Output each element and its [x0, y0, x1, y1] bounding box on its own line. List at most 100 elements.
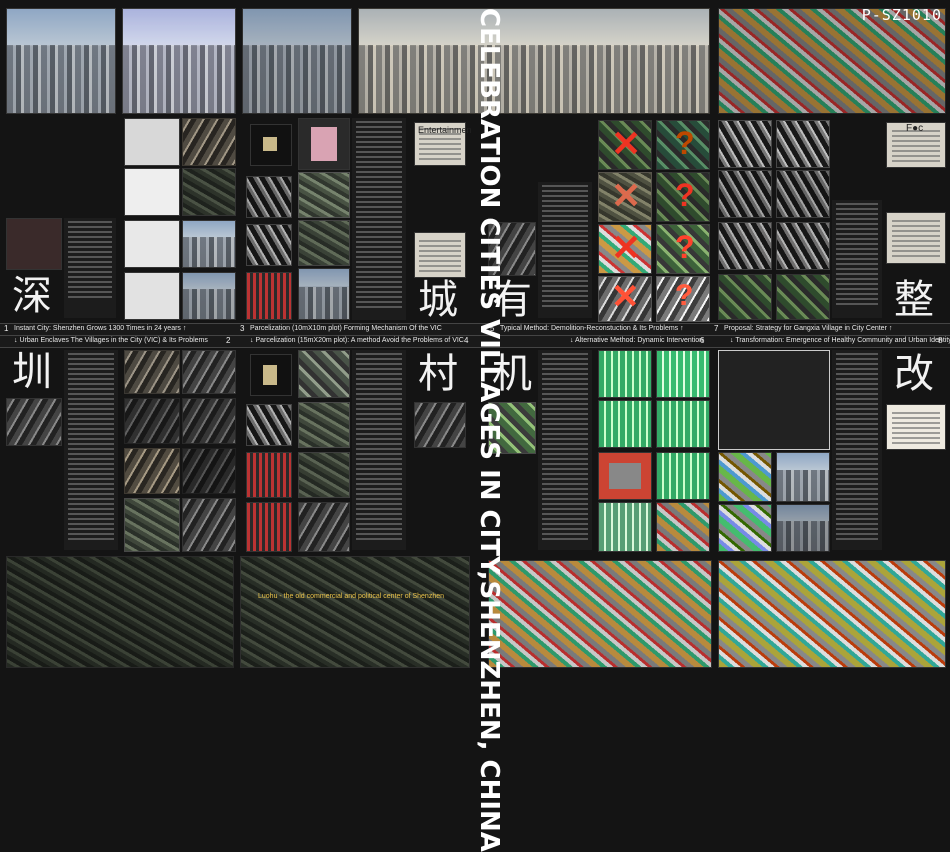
alley-photo-3 — [124, 398, 180, 444]
strategy-model-5 — [718, 222, 772, 270]
intervention-model-1 — [598, 350, 652, 398]
heading-2: ↓ Urban Enclaves The Villages in the Cit… — [14, 337, 208, 344]
page-number-7: 7 — [714, 324, 719, 333]
strategy-model-8 — [776, 274, 830, 320]
plot-array-2 — [246, 224, 292, 266]
alley-photo-1 — [124, 350, 180, 394]
text-block-2a — [64, 350, 118, 550]
shenzhen-map-3 — [124, 272, 180, 320]
page-number-8: 8 — [938, 336, 943, 345]
newspaper-headline: Entertainmen — [418, 125, 472, 135]
demolish-model-4: ✕ — [598, 276, 652, 322]
cross-icon: ✕ — [611, 175, 642, 216]
heading-7: Proposal: Strategy for Gangxia Village i… — [724, 325, 893, 332]
intervention-model-8 — [656, 502, 710, 552]
skyline-2000 — [182, 272, 236, 320]
community-photo-4 — [776, 504, 830, 552]
page-number-4: 4 — [464, 336, 469, 345]
char-zhen: 圳 — [12, 349, 52, 395]
building-model-pink — [298, 118, 350, 170]
aerial-1 — [182, 168, 236, 216]
char-cheng: 城 — [418, 277, 458, 323]
village-aerial-photo — [358, 8, 710, 114]
alley-photo-5 — [124, 448, 180, 494]
page-number-2: 2 — [226, 336, 231, 345]
heading-8: ↓ Transformation: Emergence of Healthy C… — [730, 337, 950, 344]
alley-photo-6 — [182, 448, 236, 494]
heading-5: Typical Method: Demolition-Reconstuction… — [500, 325, 684, 332]
community-photo-3 — [718, 504, 772, 552]
heading-1: Instant City: Shenzhen Grows 1300 Times … — [14, 325, 187, 332]
demolish-model-3: ✕ — [598, 224, 652, 274]
cross-icon: ✕ — [611, 227, 642, 268]
page-number-6: 6 — [700, 336, 705, 345]
strategy-model-7 — [718, 274, 772, 320]
question-icon: ? — [675, 229, 695, 265]
text-block-1 — [64, 218, 116, 318]
intervention-model-6 — [656, 452, 710, 500]
alley-photo-4 — [182, 398, 236, 444]
demolish-model-1: ✕ — [598, 120, 652, 170]
intervention-model-5 — [598, 452, 652, 500]
char-cun: 村 — [418, 351, 458, 397]
courtyard-model — [298, 350, 350, 398]
text-block-5 — [538, 182, 592, 318]
text-block-7 — [832, 200, 882, 318]
heading-4: ↓ Parcelization (15mX20m plot): A method… — [250, 337, 464, 344]
map-caption: Luohu - the old commercial and political… — [258, 593, 444, 600]
strategy-model-2 — [776, 120, 830, 168]
plot-array-3 — [246, 272, 292, 320]
plot-aerial-2 — [298, 220, 350, 266]
plot-array-5 — [246, 452, 292, 498]
skyline-1990 — [182, 220, 236, 268]
skyline-photo-1 — [6, 8, 116, 114]
dense-village-photo — [298, 268, 350, 320]
community-photo-1 — [718, 452, 772, 502]
alley-photo-7 — [182, 498, 236, 552]
alley-photo-2 — [182, 350, 236, 394]
question-icon: ? — [675, 125, 695, 161]
question-icon: ? — [675, 177, 695, 213]
skyline-photo-3 — [242, 8, 352, 114]
text-block-4 — [352, 350, 406, 550]
cross-icon: ✕ — [611, 123, 642, 164]
intervention-model-2 — [656, 350, 710, 398]
newspaper-right-headline: F●c — [906, 123, 924, 134]
newspaper-clipping-2 — [414, 232, 466, 278]
old-street-photo — [182, 118, 236, 166]
intervention-model-4 — [656, 400, 710, 448]
village-plan-1 — [124, 498, 180, 552]
plot-aerial-3 — [298, 402, 350, 448]
poster-title: CELEBRATION CITIES VILLAGES IN CITY,SHEN… — [474, 8, 504, 852]
plot-model-small — [250, 124, 292, 166]
rebuild-model-3: ? — [656, 224, 710, 274]
street-life-photo — [6, 398, 62, 446]
newspaper-clipping-4 — [886, 212, 946, 264]
char-shen: 深 — [12, 273, 52, 319]
heading-3: Parcelization (10mX10m plot) Forming Mec… — [250, 325, 442, 332]
text-block-8 — [832, 350, 882, 550]
plot-aerial-4 — [298, 452, 350, 498]
plot-model-small-2 — [250, 354, 292, 396]
page-number-1: 1 — [4, 324, 9, 333]
strategy-model-1 — [718, 120, 772, 168]
rebuild-model-1: ? — [656, 120, 710, 170]
text-block-6 — [538, 350, 592, 550]
proposal-render-1 — [488, 560, 712, 668]
skyline-photo-2 — [122, 8, 236, 114]
question-icon: ? — [675, 279, 694, 312]
plot-array-4 — [246, 404, 292, 446]
plot-array-6 — [246, 502, 292, 552]
certificate — [886, 404, 946, 450]
officials-photo — [6, 218, 62, 270]
page-number-3: 3 — [240, 324, 245, 333]
rooftops-photo — [298, 502, 350, 552]
city-satellite-map-1 — [6, 556, 234, 668]
strategy-model-4 — [776, 170, 830, 218]
rebuild-model-4: ? — [656, 276, 710, 322]
shenzhen-map-1 — [124, 168, 180, 216]
text-block-3 — [352, 118, 406, 320]
rebuild-model-2: ? — [656, 172, 710, 222]
demolish-model-2: ✕ — [598, 172, 652, 222]
community-photo-2 — [776, 452, 830, 502]
